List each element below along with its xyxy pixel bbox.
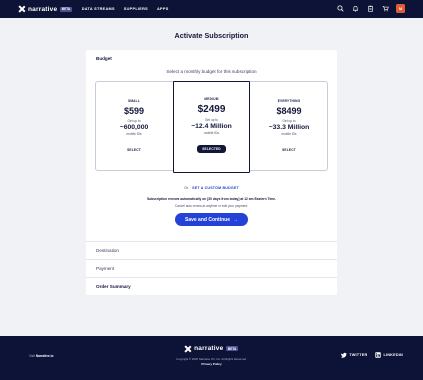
plan-price: $599 xyxy=(123,106,145,116)
plan-id-count: ~33.3 Million xyxy=(268,124,310,131)
footer-brand-name: narrative xyxy=(194,345,224,352)
plan-id-count: ~12.4 Million xyxy=(191,123,232,130)
arrow-right-icon: → xyxy=(233,216,238,223)
narrative-logo-icon xyxy=(185,346,191,352)
footer-beta-badge: BETA xyxy=(226,346,238,351)
brand-logo[interactable]: narrative BETA xyxy=(19,6,72,13)
select-everything-button[interactable]: SELECT xyxy=(278,146,300,153)
cart-icon[interactable] xyxy=(381,5,389,13)
plan-card-medium[interactable]: MEDIUM $2499 Get up to ~12.4 Million mob… xyxy=(173,81,250,173)
plan-card-everything[interactable]: EVERYTHING $8499 Get up to ~33.3 Million… xyxy=(251,82,327,172)
top-nav: narrative BETA DATA STREAMS SUPPLIERS AP… xyxy=(0,0,423,18)
plan-price: $2499 xyxy=(197,104,226,115)
budget-prompt: Select a monthly budget for this subscri… xyxy=(166,69,257,74)
plan-options: SMALL $599 Get up to ~600,000 mobile IDs… xyxy=(95,81,328,173)
nav-link-apps[interactable]: APPS xyxy=(157,7,169,11)
linkedin-icon xyxy=(375,352,382,358)
select-small-button[interactable]: SELECT xyxy=(123,146,145,153)
custom-budget-row: Or SET A CUSTOM BUDGET xyxy=(86,186,337,190)
linkedin-link[interactable]: LINKEDIN xyxy=(375,352,403,358)
or-label: Or xyxy=(184,186,189,190)
beta-badge: BETA xyxy=(60,6,72,12)
plan-id-count: ~600,000 xyxy=(119,124,149,131)
twitter-label: TWITTER xyxy=(349,353,368,357)
clipboard-icon[interactable] xyxy=(366,5,374,13)
cancel-notice: Cancel auto-renew at anytime or edit you… xyxy=(174,204,249,208)
plan-get-up-label: Get up to xyxy=(204,118,219,122)
plan-unit: mobile IDs xyxy=(203,131,220,135)
page-title: Activate Subscription xyxy=(174,31,249,40)
save-and-continue-button[interactable]: Save and Continue → xyxy=(175,213,248,226)
section-destination[interactable]: Destination xyxy=(86,241,337,259)
plan-unit: mobile IDs xyxy=(281,132,297,136)
section-order-summary[interactable]: Order Summary xyxy=(86,277,337,295)
plan-get-up-label: Get up to xyxy=(282,119,296,123)
plan-card-small[interactable]: SMALL $599 Get up to ~600,000 mobile IDs… xyxy=(96,82,172,172)
plan-name: MEDIUM xyxy=(204,97,219,101)
custom-budget-link[interactable]: SET A CUSTOM BUDGET xyxy=(192,186,239,190)
nav-link-suppliers[interactable]: SUPPLIERS xyxy=(124,7,148,11)
user-avatar[interactable]: M xyxy=(396,4,405,13)
budget-section-title: Budget xyxy=(96,56,112,61)
search-icon[interactable] xyxy=(336,5,344,13)
nav-links: DATA STREAMS SUPPLIERS APPS xyxy=(82,7,169,11)
linkedin-label: LINKEDIN xyxy=(383,353,403,357)
save-button-label: Save and Continue xyxy=(184,216,230,223)
brand-name: narrative xyxy=(28,5,58,13)
social-links: TWITTER LINKEDIN xyxy=(341,352,403,358)
plan-price: $8499 xyxy=(276,106,302,116)
footer-brand[interactable]: narrative BETA xyxy=(0,345,423,352)
bell-icon[interactable] xyxy=(351,5,359,13)
privacy-policy-link[interactable]: Privacy Policy xyxy=(0,362,423,366)
plan-get-up-label: Get up to xyxy=(127,119,141,123)
twitter-icon xyxy=(341,352,347,358)
subscription-card: Budget Select a monthly budget for this … xyxy=(86,50,337,295)
selected-medium-button[interactable]: SELECTED xyxy=(197,145,226,153)
plan-name: EVERYTHING xyxy=(277,99,301,103)
section-payment[interactable]: Payment xyxy=(86,259,337,277)
plan-unit: mobile IDs xyxy=(126,132,142,136)
renewal-notice: Subscription renews automatically on [30… xyxy=(146,197,277,201)
footer: Visit Narrative.io narrative BETA Copyri… xyxy=(0,336,423,380)
narrative-logo-icon xyxy=(19,6,25,12)
twitter-link[interactable]: TWITTER xyxy=(341,352,367,358)
plan-name: SMALL xyxy=(128,99,140,103)
nav-link-data-streams[interactable]: DATA STREAMS xyxy=(82,7,115,11)
nav-icons: M xyxy=(336,4,405,13)
